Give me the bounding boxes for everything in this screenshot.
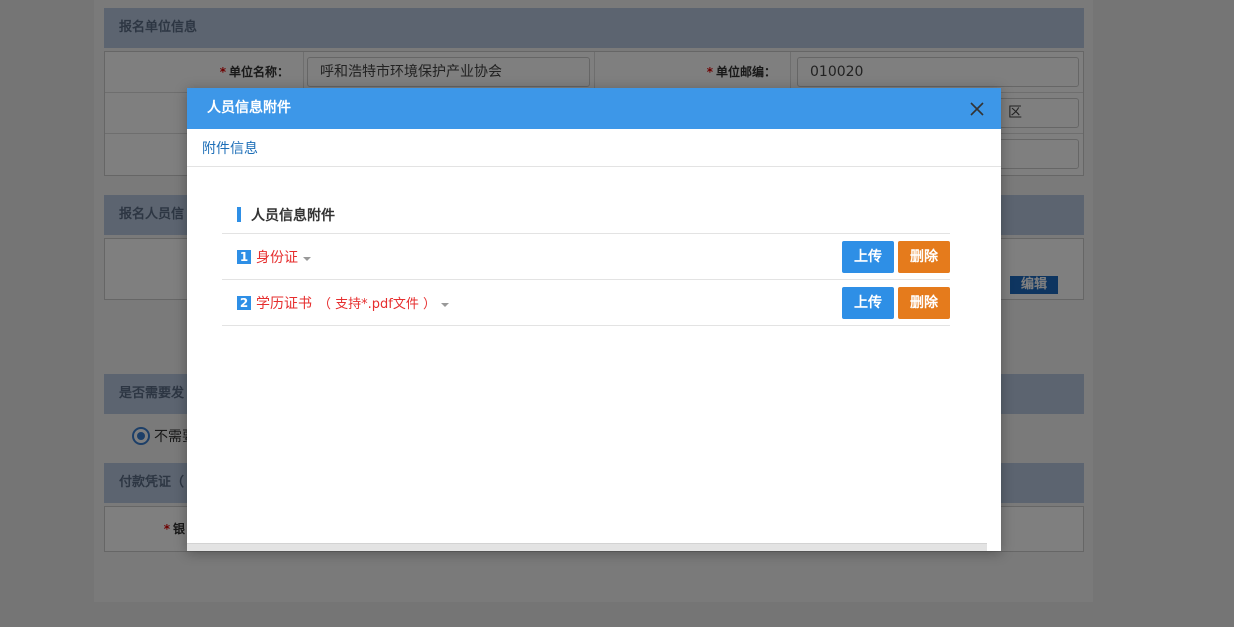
modal-header: 人员信息附件 — [187, 88, 1001, 129]
panel-title-text: 人员信息附件 — [251, 207, 335, 224]
delete-button[interactable]: 删除 — [898, 287, 950, 319]
chevron-down-icon[interactable] — [303, 256, 311, 261]
modal-title: 人员信息附件 — [207, 100, 291, 116]
attachment-modal: 人员信息附件 附件信息 人员信息附件 1 身份证 上传 删除 2 学历证书 （ … — [187, 88, 1001, 551]
close-icon[interactable] — [969, 101, 985, 117]
attachment-note: （ 支持*.pdf文件 ） — [318, 297, 436, 312]
horizontal-scrollbar[interactable] — [187, 543, 987, 551]
modal-tabs: 附件信息 — [187, 129, 1001, 167]
chevron-down-icon[interactable] — [440, 302, 449, 307]
title-accent-bar — [237, 207, 241, 222]
panel-title: 人员信息附件 — [222, 196, 950, 234]
attachment-name[interactable]: 身份证 — [256, 247, 298, 267]
upload-button[interactable]: 上传 — [842, 287, 894, 319]
attachment-panel: 人员信息附件 1 身份证 上传 删除 2 学历证书 （ 支持*.pdf文件 ） … — [222, 196, 950, 326]
delete-button[interactable]: 删除 — [898, 241, 950, 273]
attachment-number: 1 — [237, 249, 251, 264]
tab-attachment-info[interactable]: 附件信息 — [202, 141, 258, 157]
attachment-number: 2 — [237, 295, 251, 310]
upload-button[interactable]: 上传 — [842, 241, 894, 273]
attachment-name[interactable]: 学历证书 — [256, 293, 312, 313]
attachment-row-id-card: 1 身份证 上传 删除 — [222, 234, 950, 280]
attachment-row-diploma: 2 学历证书 （ 支持*.pdf文件 ） 上传 删除 — [222, 280, 950, 326]
